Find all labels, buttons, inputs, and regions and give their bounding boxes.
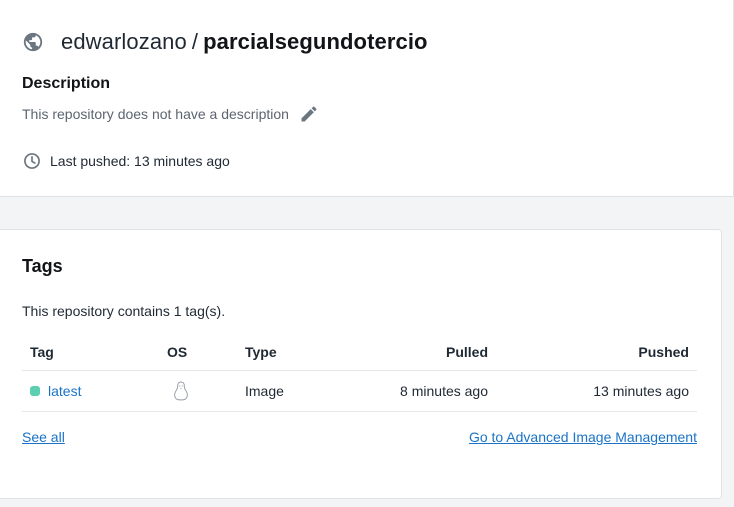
description-label: Description xyxy=(22,75,111,92)
column-header-tag: Tag xyxy=(30,343,54,360)
tag-status-dot xyxy=(30,386,40,396)
description-text: This repository does not have a descript… xyxy=(22,106,289,122)
pushed-cell: 13 minutes ago xyxy=(593,383,689,399)
repository-header: edwarlozano / parcialsegundotercio Descrip… xyxy=(0,0,734,197)
tags-card: Tags This repository contains 1 tag(s). … xyxy=(0,229,722,499)
repository-name: parcialsegundotercio xyxy=(203,29,428,54)
last-pushed-text: Last pushed: 13 minutes ago xyxy=(50,153,230,169)
tag-link[interactable]: latest xyxy=(48,383,81,399)
clock-icon xyxy=(22,151,42,171)
column-header-type: Type xyxy=(245,343,277,360)
description-row: This repository does not have a descript… xyxy=(22,104,319,124)
pencil-icon[interactable] xyxy=(299,104,319,124)
tags-footer-links: See all Go to Advanced Image Management xyxy=(22,429,697,445)
column-header-pulled: Pulled xyxy=(445,343,488,360)
linux-icon xyxy=(171,380,191,402)
tags-table: Tag OS Type Pulled Pushed latest Image 8… xyxy=(22,333,697,412)
column-header-pushed: Pushed xyxy=(638,343,689,360)
column-header-os: OS xyxy=(167,343,188,360)
table-header-row: Tag OS Type Pulled Pushed xyxy=(22,333,697,371)
os-cell xyxy=(167,371,191,411)
table-row: latest Image 8 minutes ago 13 minutes ag… xyxy=(22,371,697,412)
repository-title-row: edwarlozano / parcialsegundotercio xyxy=(22,28,428,56)
see-all-link[interactable]: See all xyxy=(22,429,65,445)
advanced-image-management-link[interactable]: Go to Advanced Image Management xyxy=(469,429,697,445)
type-cell: Image xyxy=(245,383,284,399)
last-pushed-row: Last pushed: 13 minutes ago xyxy=(22,151,230,171)
repository-title: edwarlozano / parcialsegundotercio xyxy=(61,28,428,56)
pulled-cell: 8 minutes ago xyxy=(400,383,488,399)
globe-icon xyxy=(22,31,44,53)
tag-cell: latest xyxy=(30,371,81,411)
tags-title: Tags xyxy=(22,256,63,276)
repository-owner[interactable]: edwarlozano xyxy=(61,29,187,54)
tags-count-text: This repository contains 1 tag(s). xyxy=(22,303,226,319)
title-separator: / xyxy=(191,29,199,54)
